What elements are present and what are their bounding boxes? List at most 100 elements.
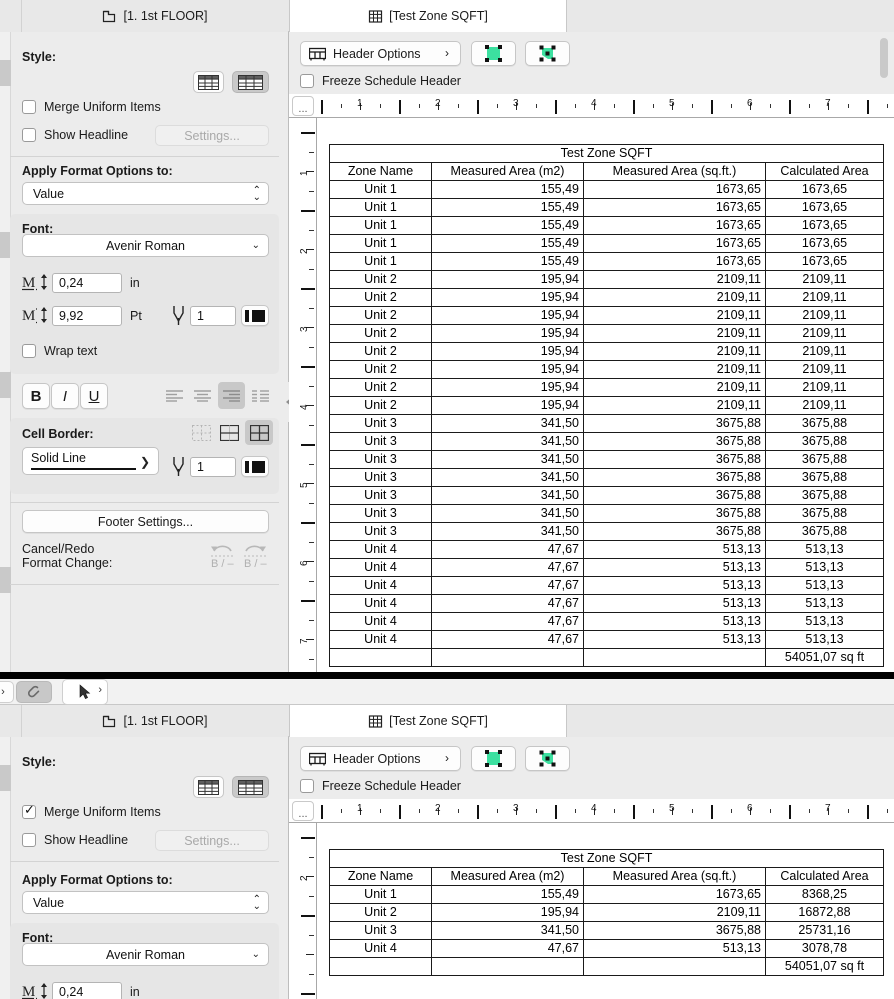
cell-measured-area-sqft[interactable]: 1673,65	[583, 885, 766, 904]
cell-measured-area-sqft[interactable]: 513,13	[583, 630, 766, 649]
freeze-schedule-header-row[interactable]: Freeze Schedule Header	[300, 74, 461, 88]
tab-first-floor[interactable]: [1. 1st FLOOR]	[22, 705, 288, 737]
cell-calculated-area[interactable]: 513,13	[765, 630, 884, 649]
cell-calculated-area[interactable]: 3675,88	[765, 504, 884, 523]
table-row[interactable]: Unit 3 341,50 3675,88 3675,88	[329, 450, 884, 469]
line-type-select[interactable]: Solid Line ❯	[22, 447, 159, 475]
align-center-button[interactable]	[190, 384, 215, 407]
cell-measured-area-m2[interactable]: 195,94	[431, 342, 584, 361]
cell-calculated-area[interactable]: 3675,88	[765, 432, 884, 451]
cell-measured-area-m2[interactable]: 341,50	[431, 450, 584, 469]
header-options-button[interactable]: Header Options ›	[300, 41, 461, 66]
cell-measured-area-m2[interactable]: 341,50	[431, 921, 584, 940]
cell-measured-area-m2[interactable]: 341,50	[431, 504, 584, 523]
pan-tool-button[interactable]	[16, 681, 52, 703]
vertical-scrollbar-thumb[interactable]	[880, 38, 888, 78]
table-row[interactable]: Unit 1 155,49 1673,65 8368,25	[329, 885, 884, 904]
italic-button[interactable]: I	[51, 383, 79, 409]
column-header-cell[interactable]: Zone Name	[329, 867, 432, 886]
cell-measured-area-sqft[interactable]: 3675,88	[583, 432, 766, 451]
bold-button[interactable]: B	[22, 383, 50, 409]
border-color-swatch-button[interactable]	[241, 456, 269, 477]
cell-zone-name[interactable]: Unit 3	[329, 414, 432, 433]
cell-measured-area-m2[interactable]: 195,94	[431, 378, 584, 397]
cell-measured-area-m2[interactable]: 155,49	[431, 234, 584, 253]
fit-all-button[interactable]	[525, 746, 570, 771]
cell-calculated-area[interactable]: 1673,65	[765, 198, 884, 217]
cell-calculated-area[interactable]: 1673,65	[765, 234, 884, 253]
border-outline-button[interactable]	[217, 422, 242, 443]
vertical-ruler-top[interactable]: 1 2 3 4 5 6 7	[289, 118, 317, 672]
cell-zone-name[interactable]: Unit 4	[329, 630, 432, 649]
cell-measured-area-sqft[interactable]: 1673,65	[583, 198, 766, 217]
cell-zone-name[interactable]: Unit 2	[329, 396, 432, 415]
table-row[interactable]: Unit 2 195,94 2109,11 2109,11	[329, 396, 884, 415]
headline-settings-button[interactable]: Settings...	[155, 125, 269, 146]
cell-zone-name[interactable]: Unit 3	[329, 468, 432, 487]
cell-calculated-area[interactable]: 2109,11	[765, 306, 884, 325]
column-header-cell[interactable]: Measured Area (m2)	[431, 867, 584, 886]
cell-zone-name[interactable]: Unit 2	[329, 288, 432, 307]
schedule-canvas-top[interactable]: Test Zone SQFT Zone Name Measured Area (m2…	[317, 118, 894, 672]
cell-measured-area-m2[interactable]: 47,67	[431, 612, 584, 631]
table-row[interactable]: Unit 3 341,50 3675,88 3675,88	[329, 432, 884, 451]
cell-calculated-area[interactable]: 2109,11	[765, 360, 884, 379]
table-row[interactable]: Unit 3 341,50 3675,88 3675,88	[329, 414, 884, 433]
text-height-input[interactable]: 0,24	[52, 273, 122, 293]
cell-measured-area-m2[interactable]: 195,94	[431, 324, 584, 343]
cell-calculated-area[interactable]: 513,13	[765, 558, 884, 577]
style-option-grid-button[interactable]	[232, 776, 269, 798]
table-row[interactable]: Unit 4 47,67 513,13 513,13	[329, 594, 884, 613]
cell-calculated-area[interactable]: 3078,78	[765, 939, 884, 958]
cell-measured-area-sqft[interactable]: 513,13	[583, 612, 766, 631]
cell-zone-name[interactable]: Unit 4	[329, 558, 432, 577]
cell-measured-area-m2[interactable]: 195,94	[431, 288, 584, 307]
table-row[interactable]: Unit 2 195,94 2109,11 2109,11	[329, 342, 884, 361]
cell-measured-area-sqft[interactable]: 1673,65	[583, 180, 766, 199]
cell-calculated-area[interactable]: 25731,16	[765, 921, 884, 940]
cell-calculated-area[interactable]: 8368,25	[765, 885, 884, 904]
cell-measured-area-sqft[interactable]: 513,13	[583, 576, 766, 595]
cell-measured-area-sqft[interactable]: 2109,11	[583, 396, 766, 415]
merge-uniform-items-row[interactable]: Merge Uniform Items	[22, 100, 161, 114]
tab-test-zone-sqft[interactable]: [Test Zone SQFT]	[289, 0, 567, 32]
font-family-select[interactable]: Avenir Roman ⌄	[22, 943, 269, 966]
cell-measured-area-sqft[interactable]: 3675,88	[583, 414, 766, 433]
align-right-button[interactable]	[218, 382, 245, 409]
ruler-options-button[interactable]: ...	[292, 96, 314, 116]
cell-zone-name[interactable]: Unit 1	[329, 180, 432, 199]
column-header-cell[interactable]: Calculated Area	[765, 867, 884, 886]
column-header-cell[interactable]: Zone Name	[329, 162, 432, 181]
text-height-input[interactable]: 0,24	[52, 982, 122, 999]
cell-zone-name[interactable]: Unit 2	[329, 306, 432, 325]
apply-format-select[interactable]: Value ⌃ ⌄	[22, 182, 269, 205]
cell-calculated-area[interactable]: 2109,11	[765, 396, 884, 415]
cell-calculated-area[interactable]: 513,13	[765, 594, 884, 613]
redo-format-change-button[interactable]: B / –	[240, 540, 270, 570]
pen-color-swatch-button[interactable]	[241, 305, 269, 326]
cell-zone-name[interactable]: Unit 4	[329, 540, 432, 559]
cell-measured-area-m2[interactable]: 47,67	[431, 939, 584, 958]
cell-measured-area-m2[interactable]: 47,67	[431, 630, 584, 649]
cell-calculated-area[interactable]: 3675,88	[765, 450, 884, 469]
table-row[interactable]: Unit 4 47,67 513,13 513,13	[329, 558, 884, 577]
cell-zone-name[interactable]: Unit 3	[329, 522, 432, 541]
header-options-button[interactable]: Header Options ›	[300, 746, 461, 771]
cell-measured-area-m2[interactable]: 155,49	[431, 885, 584, 904]
table-row[interactable]: Unit 1 155,49 1673,65 1673,65	[329, 198, 884, 217]
table-row[interactable]: Unit 2 195,94 2109,11 2109,11	[329, 324, 884, 343]
rail-nub[interactable]	[0, 567, 11, 593]
fit-all-button[interactable]	[525, 41, 570, 66]
style-option-list-button[interactable]	[193, 776, 224, 798]
cell-measured-area-sqft[interactable]: 2109,11	[583, 324, 766, 343]
cell-measured-area-sqft[interactable]: 2109,11	[583, 342, 766, 361]
show-headline-row[interactable]: Show Headline	[22, 833, 128, 847]
wrap-text-checkbox[interactable]	[22, 344, 36, 358]
table-row[interactable]: Unit 4 47,67 513,13 513,13	[329, 612, 884, 631]
cell-total-value[interactable]: 54051,07 sq ft	[765, 648, 884, 667]
cell-zone-name[interactable]: Unit 1	[329, 216, 432, 235]
cell-measured-area-sqft[interactable]: 2109,11	[583, 270, 766, 289]
cell-measured-area-m2[interactable]: 155,49	[431, 252, 584, 271]
table-row[interactable]: Unit 3 341,50 3675,88 3675,88	[329, 468, 884, 487]
merge-uniform-items-row[interactable]: Merge Uniform Items	[22, 803, 161, 819]
